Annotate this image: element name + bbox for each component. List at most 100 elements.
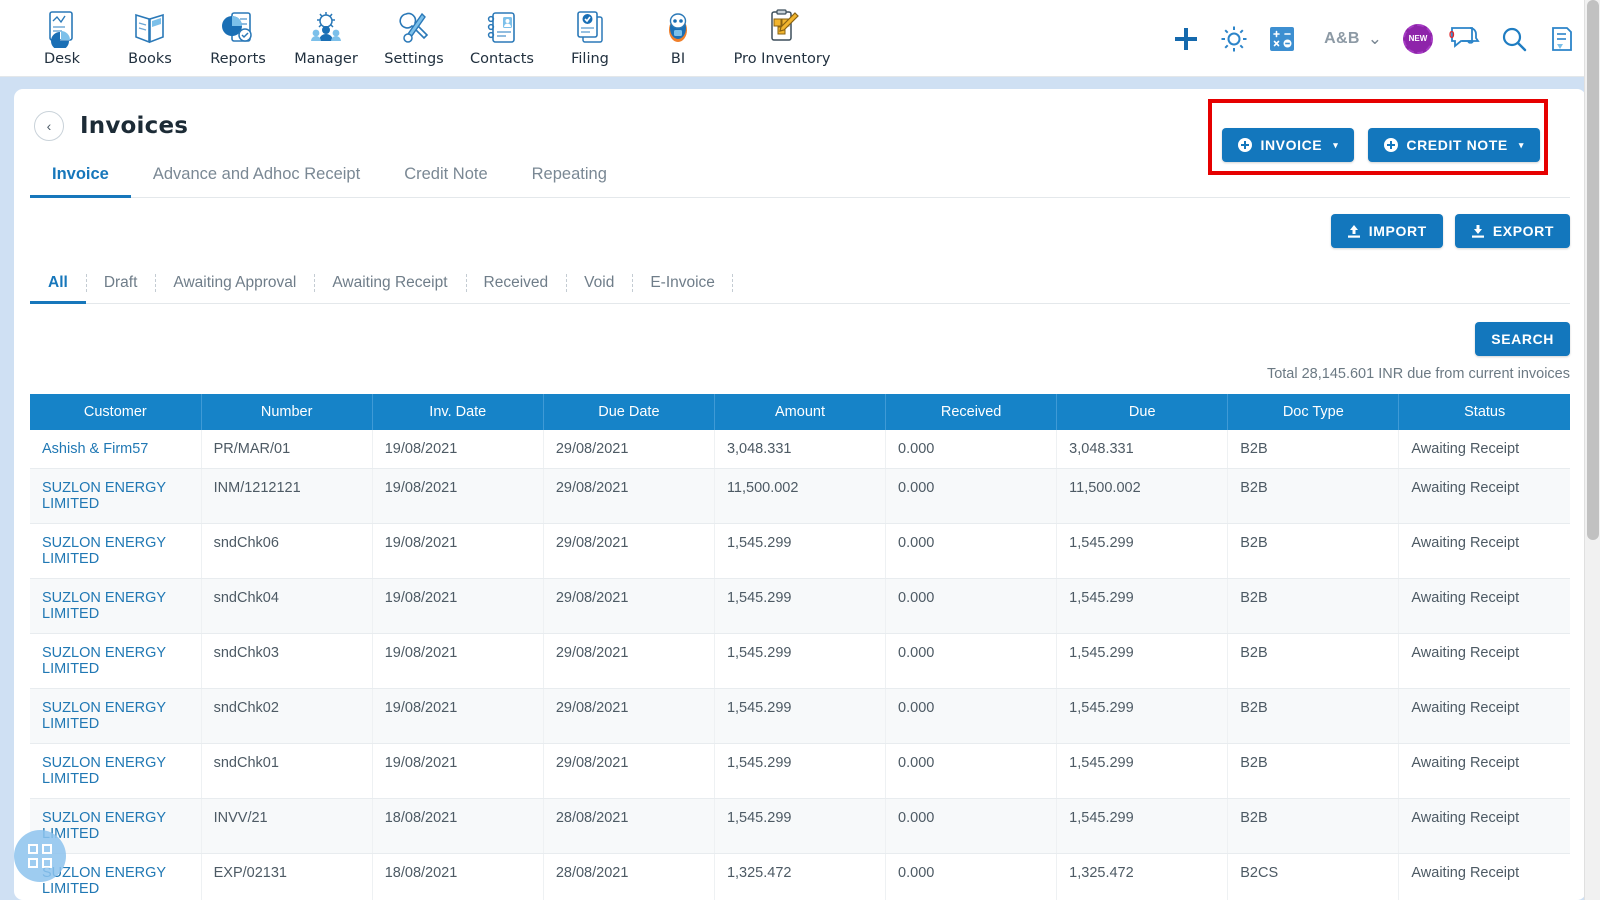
import-button[interactable]: IMPORT [1330, 214, 1443, 248]
primary-actions: INVOICE ▾ CREDIT NOTE ▾ [1222, 128, 1540, 162]
filter-e-invoice[interactable]: E-Invoice [632, 270, 733, 304]
invoices-card: ‹ Invoices INVOICE ▾ CREDIT NOTE ▾ Invoi… [14, 89, 1586, 900]
settings-tools-icon [394, 6, 434, 50]
app-item-settings[interactable]: Settings [370, 0, 458, 67]
app-item-reports[interactable]: Reports [194, 0, 282, 67]
cell-customer[interactable]: SUZLON ENERGY LIMITED [30, 743, 202, 799]
search-icon[interactable] [1490, 25, 1538, 53]
contacts-book-icon [482, 6, 522, 50]
app-item-contacts[interactable]: Contacts [458, 0, 546, 67]
cell-customer[interactable]: SUZLON ENERGY LIMITED [30, 468, 202, 524]
filter-awaiting-approval[interactable]: Awaiting Approval [155, 270, 314, 304]
new-credit-note-button[interactable]: CREDIT NOTE ▾ [1368, 128, 1540, 162]
app-item-manager[interactable]: Manager [282, 0, 370, 67]
caret-down-icon: ▾ [1333, 139, 1339, 150]
col-customer[interactable]: Customer [30, 394, 202, 430]
col-amount[interactable]: Amount [714, 394, 887, 430]
customer-link[interactable]: SUZLON ENERGY LIMITED [42, 535, 166, 567]
tab-advance-and-adhoc-receipt[interactable]: Advance and Adhoc Receipt [131, 157, 382, 198]
plus-icon[interactable] [1162, 24, 1210, 54]
table-row[interactable]: SUZLON ENERGY LIMITED sndChk06 19/08/2021 2… [30, 523, 1570, 579]
cell-doc-type: B2B [1227, 633, 1400, 689]
app-item-filing[interactable]: Filing [546, 0, 634, 67]
cell-due-date: 29/08/2021 [543, 468, 715, 524]
cell-inv-date: 19/08/2021 [372, 688, 544, 744]
col-doc-type[interactable]: Doc Type [1227, 394, 1400, 430]
cell-due-date: 29/08/2021 [543, 578, 715, 634]
chat-bell-icon[interactable]: 0 [1442, 24, 1490, 54]
customer-link[interactable]: SUZLON ENERGY LIMITED [42, 480, 166, 512]
whats-new-badge-icon[interactable]: NEW [1394, 23, 1442, 54]
filter-awaiting-receipt[interactable]: Awaiting Receipt [314, 270, 465, 304]
cell-inv-date: 19/08/2021 [372, 430, 544, 469]
new-badge-label: NEW [1403, 23, 1433, 54]
cell-customer[interactable]: SUZLON ENERGY LIMITED [30, 688, 202, 744]
reports-pie-icon [218, 6, 258, 50]
filter-received[interactable]: Received [465, 270, 567, 304]
cell-customer[interactable]: SUZLON ENERGY LIMITED [30, 578, 202, 634]
cell-customer[interactable]: Ashish & Firm57 [30, 430, 202, 469]
cell-due-date: 29/08/2021 [543, 633, 715, 689]
col-number[interactable]: Number [201, 394, 373, 430]
section-tabs: Invoice Advance and Adhoc Receipt Credit… [30, 157, 1570, 198]
cell-customer[interactable]: SUZLON ENERGY LIMITED [30, 633, 202, 689]
cell-amount: 1,545.299 [714, 633, 887, 689]
col-due-date[interactable]: Due Date [543, 394, 715, 430]
table-row[interactable]: SUZLON ENERGY LIMITED INM/1212121 19/08/20… [30, 468, 1570, 524]
import-label: IMPORT [1368, 223, 1427, 239]
search-button[interactable]: SEARCH [1475, 322, 1570, 356]
table-head: Customer Number Inv. Date Due Date Amoun… [30, 394, 1570, 430]
filter-draft[interactable]: Draft [85, 270, 156, 304]
cell-doc-type: B2B [1227, 688, 1400, 744]
download-icon [1471, 224, 1484, 238]
customer-link[interactable]: SUZLON ENERGY LIMITED [42, 700, 166, 732]
customer-link[interactable]: SUZLON ENERGY LIMITED [42, 755, 166, 787]
export-label: EXPORT [1492, 223, 1554, 239]
tab-invoice[interactable]: Invoice [30, 157, 131, 198]
table-row[interactable]: SUZLON ENERGY LIMITED INVV/21 18/08/2021 28… [30, 798, 1570, 854]
col-received[interactable]: Received [885, 394, 1058, 430]
table-row[interactable]: Ashish & Firm57 PR/MAR/01 19/08/2021 29/08/… [30, 430, 1570, 469]
table-row[interactable]: SUZLON ENERGY LIMITED sndChk03 19/08/2021 2… [30, 633, 1570, 689]
chevron-down-icon[interactable]: ⌄ [1364, 29, 1394, 49]
app-label: Desk [43, 51, 81, 67]
cell-number: INVV/21 [201, 798, 373, 854]
customer-link[interactable]: SUZLON ENERGY LIMITED [42, 810, 166, 842]
vertical-scrollbar[interactable] [1584, 0, 1600, 900]
app-item-desk[interactable]: Desk [18, 0, 106, 67]
filter-void[interactable]: Void [566, 270, 632, 304]
new-invoice-button[interactable]: INVOICE ▾ [1222, 128, 1355, 162]
notes-icon[interactable] [1538, 25, 1586, 53]
org-switcher[interactable]: A&B [1306, 30, 1364, 48]
tab-repeating[interactable]: Repeating [510, 157, 629, 198]
app-item-bi[interactable]: BI [634, 0, 722, 67]
customer-link[interactable]: SUZLON ENERGY LIMITED [42, 645, 166, 677]
cell-inv-date: 18/08/2021 [372, 798, 544, 854]
table-row[interactable]: SUZLON ENERGY LIMITED EXP/02131 18/08/2021… [30, 853, 1570, 900]
customer-link[interactable]: SUZLON ENERGY LIMITED [42, 590, 166, 622]
tab-credit-note[interactable]: Credit Note [382, 157, 509, 198]
chevron-left-icon[interactable]: ‹ [34, 111, 64, 141]
cell-status: Awaiting Receipt [1398, 798, 1570, 854]
customer-link[interactable]: Ashish & Firm57 [42, 441, 148, 457]
col-due[interactable]: Due [1056, 394, 1229, 430]
top-app-bar: Desk Books Reports Manager Settings Cont… [0, 0, 1600, 77]
grid-apps-icon[interactable] [14, 830, 66, 882]
table-row[interactable]: SUZLON ENERGY LIMITED sndChk04 19/08/2021 2… [30, 578, 1570, 634]
filter-all[interactable]: All [30, 270, 86, 304]
col-status[interactable]: Status [1398, 394, 1570, 430]
cell-doc-type: B2B [1227, 523, 1400, 579]
export-button[interactable]: EXPORT [1454, 214, 1570, 248]
scrollbar-thumb[interactable] [1587, 0, 1599, 540]
calculator-icon[interactable] [1258, 25, 1306, 53]
app-item-pro-inventory[interactable]: Pro Inventory [722, 0, 842, 67]
cell-due: 1,545.299 [1056, 688, 1229, 744]
cell-customer[interactable]: SUZLON ENERGY LIMITED [30, 523, 202, 579]
cell-amount: 3,048.331 [714, 430, 887, 469]
gear-icon[interactable] [1210, 24, 1258, 54]
app-item-books[interactable]: Books [106, 0, 194, 67]
table-row[interactable]: SUZLON ENERGY LIMITED sndChk01 19/08/2021 2… [30, 743, 1570, 799]
table-row[interactable]: SUZLON ENERGY LIMITED sndChk02 19/08/2021 2… [30, 688, 1570, 744]
col-inv-date[interactable]: Inv. Date [372, 394, 544, 430]
cell-number: sndChk02 [201, 688, 373, 744]
